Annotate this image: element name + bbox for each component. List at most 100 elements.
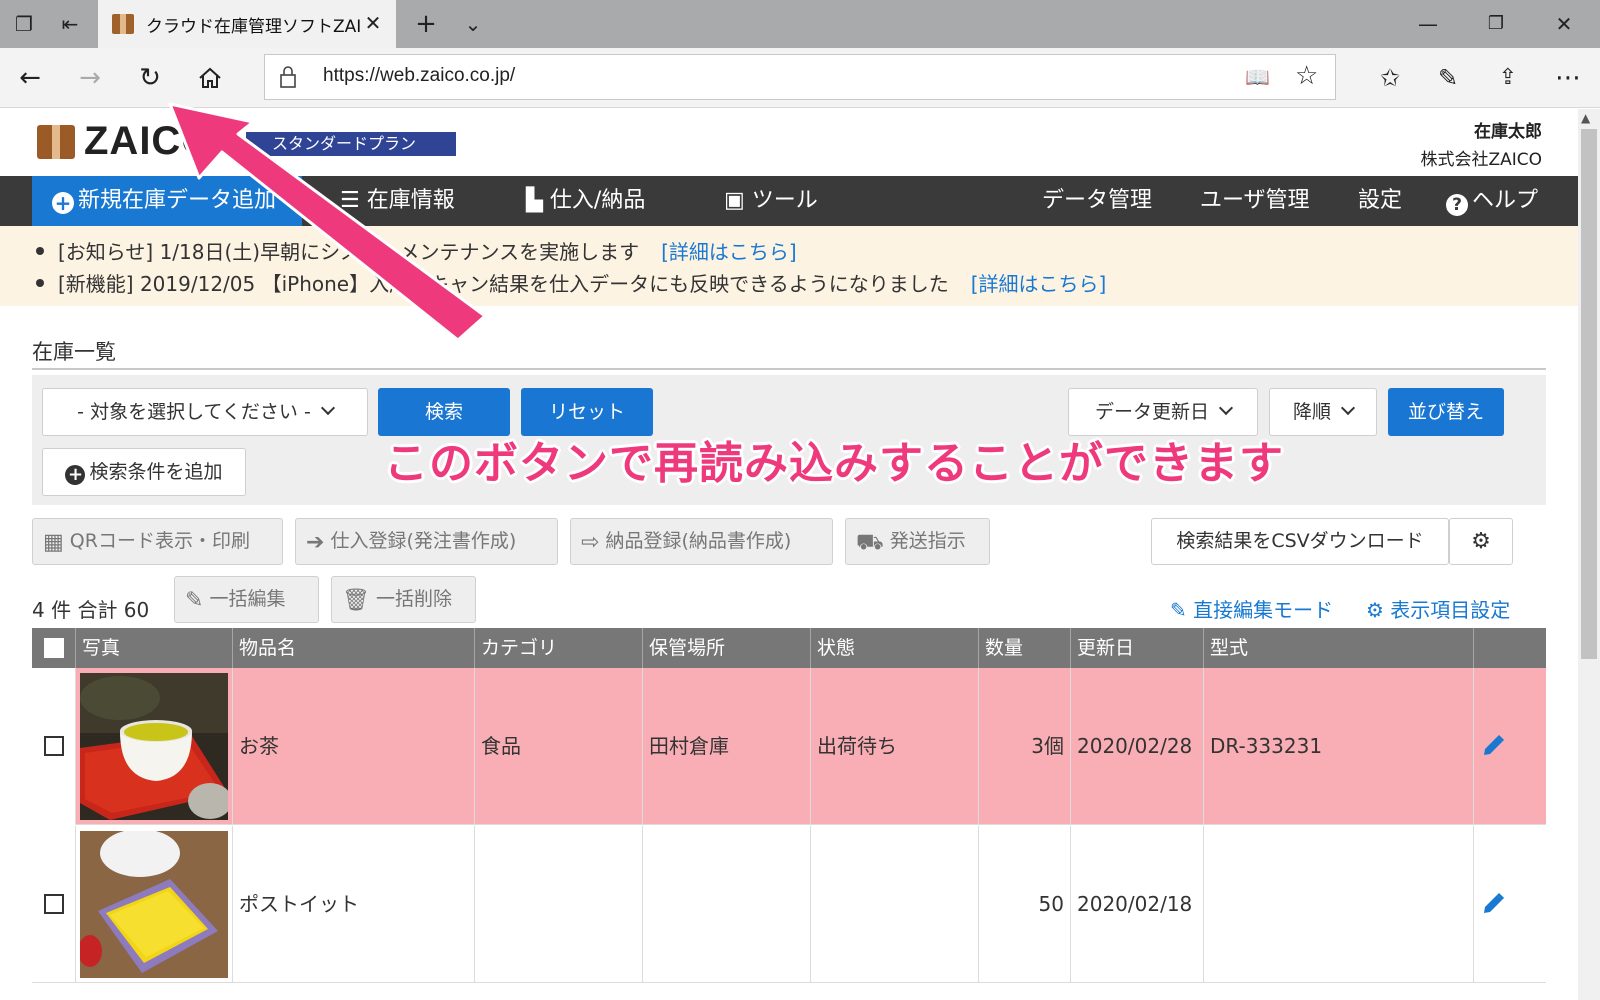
sign-in-icon: ➔ [306, 530, 325, 555]
column-header[interactable]: 数量 [979, 628, 1071, 668]
notice-detail-link[interactable]: [詳細はこちら] [971, 272, 1107, 296]
close-window-icon[interactable]: ✕ [1540, 6, 1588, 42]
column-header[interactable]: 型式 [1204, 628, 1474, 668]
restore-icon[interactable]: ❐ [1472, 6, 1520, 42]
menu-settings[interactable]: 設定 [1358, 176, 1402, 226]
pen-icon[interactable]: ✎ [1430, 60, 1466, 96]
category-cell: 食品 [475, 668, 643, 825]
column-header[interactable]: カテゴリ [475, 628, 643, 668]
menu-user-management[interactable]: ユーザ管理 [1200, 176, 1310, 226]
column-header[interactable]: 物品名 [233, 628, 475, 668]
row-checkbox[interactable] [44, 736, 64, 756]
location-cell: 田村倉庫 [643, 668, 811, 825]
user-name[interactable]: 在庫太郎 [1474, 117, 1542, 142]
csv-download-button[interactable]: 検索結果をCSVダウンロード [1151, 518, 1449, 565]
add-condition-button[interactable]: + 検索条件を追加 [42, 448, 246, 496]
add-condition-label: 検索条件を追加 [89, 461, 223, 483]
browser-tab[interactable]: クラウド在庫管理ソフトZAI ✕ [98, 0, 396, 48]
target-select[interactable]: - 対象を選択してください - [42, 388, 368, 436]
truck-icon: ⛟ [856, 530, 884, 555]
select-all-checkbox[interactable] [44, 638, 64, 658]
list-title: 在庫一覧 [32, 340, 116, 364]
sort-order-label: 降順 [1292, 401, 1331, 423]
table-row[interactable]: ポストイット 50 2020/02/18 [32, 826, 1546, 983]
back-arrow-icon[interactable]: ← [12, 60, 48, 96]
purchase-register-button[interactable]: ➔ 仕入登録(発注書作成) [295, 518, 558, 565]
sort-button[interactable]: 並び替え [1388, 388, 1504, 436]
tab-title: クラウド在庫管理ソフトZAI [146, 17, 362, 37]
model-cell [1204, 826, 1474, 983]
menu-purchase[interactable]: ▙ 仕入/納品 [526, 176, 645, 226]
pencil-icon[interactable] [1480, 733, 1506, 759]
refresh-icon[interactable]: ↻ [132, 60, 168, 96]
zaico-logo-icon [37, 125, 75, 159]
category-cell [475, 826, 643, 983]
column-header[interactable]: 更新日 [1071, 628, 1204, 668]
plus-circle-icon: + [52, 192, 74, 214]
column-header[interactable]: 保管場所 [643, 628, 811, 668]
qr-code-icon: ▦ [43, 530, 64, 555]
notice-item: [お知らせ] 1/18日(土)早朝にシステムメンテナンスを実施します [詳細はこち… [36, 236, 797, 265]
favorite-star-icon[interactable]: ☆ [1295, 61, 1318, 91]
bulk-edit-button[interactable]: ✎ 一括編集 [174, 576, 319, 623]
tea-photo[interactable] [80, 673, 228, 820]
item-name-cell[interactable]: ポストイット [233, 826, 475, 983]
column-header[interactable]: 写真 [76, 628, 233, 668]
forward-arrow-icon[interactable]: → [72, 60, 108, 96]
gear-icon[interactable]: ⚙ [1449, 518, 1513, 565]
direct-edit-link[interactable]: ✎ 直接編集モード [1170, 594, 1333, 623]
shipping-button[interactable]: ⛟ 発送指示 [845, 518, 990, 565]
table-header: 写真 物品名 カテゴリ 保管場所 状態 数量 更新日 型式 [32, 628, 1546, 668]
menu-data-management[interactable]: データ管理 [1042, 176, 1152, 226]
more-icon[interactable]: ⋯ [1550, 60, 1586, 96]
plus-circle-icon: + [65, 465, 86, 485]
chevron-down-icon [1218, 400, 1234, 416]
scrollbar[interactable]: ▲ [1578, 109, 1600, 1000]
tab-actions-icon[interactable]: ❐ [6, 8, 42, 40]
sticky-note-photo[interactable] [80, 831, 228, 978]
table-row[interactable]: お茶 食品 田村倉庫 出荷待ち 3個 2020/02/28 DR-333231 [32, 668, 1546, 825]
favorites-list-icon[interactable]: ✩ [1372, 60, 1408, 96]
tab-close-icon[interactable]: ✕ [360, 10, 386, 36]
updated-cell: 2020/02/28 [1071, 668, 1204, 825]
reading-view-icon[interactable]: 📖 [1245, 65, 1270, 89]
menu-help[interactable]: ? ヘルプ [1446, 176, 1538, 226]
row-checkbox[interactable] [44, 894, 64, 914]
new-tab-icon[interactable]: + [408, 8, 444, 40]
column-header[interactable]: 状態 [811, 628, 979, 668]
bulk-delete-button[interactable]: 🗑 一括削除 [331, 576, 476, 623]
toolbox-icon: ▣ [724, 188, 752, 213]
display-settings-link[interactable]: ⚙ 表示項目設定 [1366, 594, 1510, 623]
quantity-cell: 50 [979, 826, 1071, 983]
scroll-thumb[interactable] [1581, 129, 1597, 659]
display-settings-label: 表示項目設定 [1390, 598, 1511, 622]
share-icon[interactable]: ⇪ [1490, 60, 1526, 96]
set-tabs-aside-icon[interactable]: ⇤ [52, 8, 88, 40]
divider [32, 368, 1546, 370]
minimize-icon[interactable]: — [1404, 6, 1452, 42]
notice-text: [新機能] 2019/12/05 【iPhone】入庫スキャン結果を仕入データに… [58, 272, 949, 296]
qr-print-button[interactable]: ▦ QRコード表示・印刷 [32, 518, 283, 565]
direct-edit-label: 直接編集モード [1193, 598, 1334, 622]
notice-detail-link[interactable]: [詳細はこちら] [661, 240, 797, 264]
address-bar[interactable]: https://web.zaico.co.jp/ 📖 ☆ [264, 54, 1336, 100]
chevron-down-icon[interactable]: ⌄ [455, 8, 491, 40]
status-cell: 出荷待ち [811, 668, 979, 825]
gear-icon: ⚙ [1366, 598, 1391, 622]
logo-text[interactable]: ZAICO [84, 119, 213, 164]
notice-text: [お知らせ] 1/18日(土)早朝にシステムメンテナンスを実施します [58, 240, 640, 264]
item-name-cell[interactable]: お茶 [233, 668, 475, 825]
sort-order-select[interactable]: 降順 [1269, 388, 1377, 436]
sort-field-label: データ更新日 [1094, 401, 1209, 423]
menu-new-item[interactable]: + 新規在庫データ追加 [32, 176, 302, 226]
scroll-up-icon[interactable]: ▲ [1581, 111, 1590, 125]
home-icon[interactable] [192, 60, 228, 96]
menu-inventory[interactable]: ☰ 在庫情報 [340, 176, 455, 226]
browser-nav-bar: ← → ↻ https://web.zaico.co.jp/ 📖 ☆ ✩ ✎ ⇪… [0, 48, 1600, 108]
edit-icon: ✎ [1170, 598, 1194, 622]
chevron-down-icon [320, 400, 335, 416]
pencil-icon[interactable] [1480, 891, 1506, 917]
menu-tools[interactable]: ▣ ツール [724, 176, 818, 226]
lock-icon [280, 66, 296, 88]
delivery-register-button[interactable]: ⇨ 納品登録(納品書作成) [570, 518, 833, 565]
